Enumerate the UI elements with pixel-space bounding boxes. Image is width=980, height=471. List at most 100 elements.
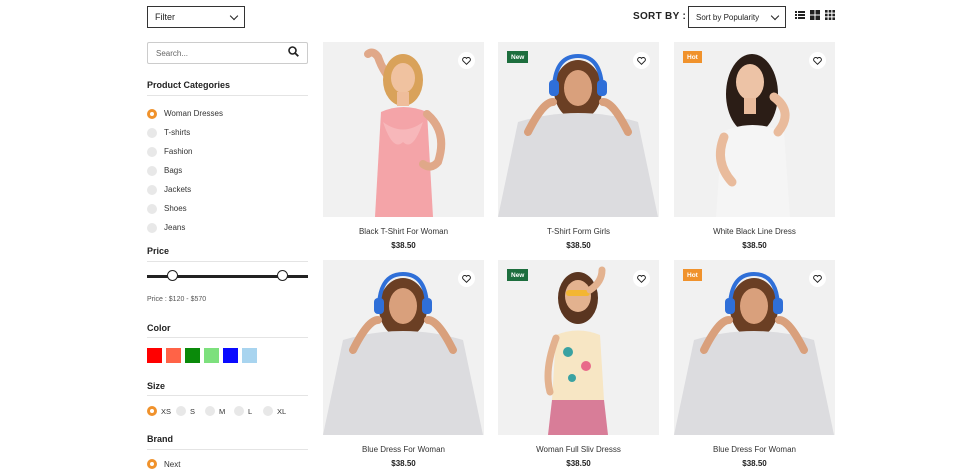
radio-unselected[interactable] xyxy=(147,203,157,214)
color-swatch[interactable] xyxy=(242,348,257,363)
product-image[interactable]: New xyxy=(498,42,659,217)
sort-dropdown[interactable]: Sort by Popularity xyxy=(688,6,786,28)
radio-unselected[interactable] xyxy=(147,222,157,233)
category-option[interactable]: Shoes xyxy=(147,199,223,218)
divider xyxy=(147,337,308,338)
radio-unselected[interactable] xyxy=(147,127,157,138)
product-image[interactable]: Hot xyxy=(674,42,835,217)
divider xyxy=(147,449,308,450)
wishlist-heart-icon[interactable] xyxy=(633,52,650,69)
brand-title: Brand xyxy=(147,434,174,444)
category-label: Fashion xyxy=(164,147,193,156)
product-image[interactable]: New xyxy=(498,260,659,435)
category-label: Jackets xyxy=(164,185,192,194)
product-price: $38.50 xyxy=(566,459,591,468)
category-option[interactable]: Woman Dresses xyxy=(147,104,223,123)
category-option[interactable]: Fashion xyxy=(147,142,223,161)
price-max-handle[interactable] xyxy=(276,270,288,281)
wishlist-heart-icon[interactable] xyxy=(809,270,826,287)
size-label: S xyxy=(190,406,196,416)
radio-unselected[interactable] xyxy=(147,146,157,157)
view-switcher xyxy=(795,10,835,20)
category-option[interactable]: Jackets xyxy=(147,180,223,199)
price-range-text: Price : $120 - $570 xyxy=(147,296,207,303)
product-price: $38.50 xyxy=(391,459,416,468)
color-swatch[interactable] xyxy=(204,348,219,363)
brand-option-next[interactable]: Next xyxy=(147,459,180,469)
sort-by-label: SORT BY : xyxy=(633,11,687,22)
price-min-handle[interactable] xyxy=(167,270,179,281)
product-name[interactable]: Black T-Shirt For Woman xyxy=(323,227,484,236)
product-card[interactable]: Hot Blue Dress For Woman $38.50 xyxy=(674,260,835,468)
divider xyxy=(147,261,308,262)
radio-unselected[interactable] xyxy=(147,184,157,195)
brand-label: Next xyxy=(164,459,181,469)
radio-unselected[interactable] xyxy=(176,406,186,416)
product-badge: Hot xyxy=(683,51,702,63)
category-option[interactable]: T-shirts xyxy=(147,123,223,142)
size-label: M xyxy=(219,406,226,416)
color-title: Color xyxy=(147,323,171,333)
product-card[interactable]: Blue Dress For Woman $38.50 xyxy=(323,260,484,468)
wishlist-heart-icon[interactable] xyxy=(458,270,475,287)
product-image[interactable]: Hot xyxy=(674,260,835,435)
size-option[interactable]: S xyxy=(176,406,205,416)
size-option[interactable]: M xyxy=(205,406,234,416)
product-card[interactable]: New T-Shirt Form Girls $38.50 xyxy=(498,42,659,250)
divider xyxy=(147,95,308,96)
color-swatch[interactable] xyxy=(185,348,200,363)
product-image[interactable] xyxy=(323,42,484,217)
filter-label: Filter xyxy=(155,12,175,22)
price-title: Price xyxy=(147,246,170,256)
product-image[interactable] xyxy=(323,260,484,435)
product-price: $38.50 xyxy=(742,241,767,250)
radio-unselected[interactable] xyxy=(234,406,244,416)
size-options: XS S M L XL xyxy=(147,406,292,416)
product-card[interactable]: New Woman Full Sliv Dresss $38.50 xyxy=(498,260,659,468)
category-label: Jeans xyxy=(164,223,186,232)
grid-2-view-icon[interactable] xyxy=(810,10,820,20)
color-swatch[interactable] xyxy=(166,348,181,363)
radio-unselected[interactable] xyxy=(263,406,273,416)
color-swatch[interactable] xyxy=(223,348,238,363)
category-list: Woman Dresses T-shirts Fashion Bags Jackets S… xyxy=(147,104,223,237)
size-option[interactable]: L xyxy=(234,406,263,416)
product-card[interactable]: Black T-Shirt For Woman $38.50 xyxy=(323,42,484,250)
wishlist-heart-icon[interactable] xyxy=(809,52,826,69)
size-option[interactable]: XL xyxy=(263,406,292,416)
product-name[interactable]: Blue Dress For Woman xyxy=(323,445,484,454)
list-view-icon[interactable] xyxy=(795,10,805,20)
filter-dropdown[interactable]: Filter xyxy=(147,6,245,28)
radio-selected[interactable] xyxy=(147,459,157,469)
size-label: XL xyxy=(277,406,287,416)
chevron-down-icon xyxy=(229,11,239,20)
radio-selected[interactable] xyxy=(147,406,157,416)
product-badge: Hot xyxy=(683,269,702,281)
product-card[interactable]: Hot White Black Line Dress $38.50 xyxy=(674,42,835,250)
product-name[interactable]: Woman Full Sliv Dresss xyxy=(498,445,659,454)
radio-selected[interactable] xyxy=(147,108,157,119)
wishlist-heart-icon[interactable] xyxy=(633,270,650,287)
category-option[interactable]: Jeans xyxy=(147,218,223,237)
chevron-down-icon xyxy=(770,11,780,20)
product-price: $38.50 xyxy=(391,241,416,250)
grid-3-view-icon[interactable] xyxy=(825,10,835,20)
radio-unselected[interactable] xyxy=(147,165,157,176)
search-input[interactable] xyxy=(156,48,266,58)
size-label: XS xyxy=(161,406,172,416)
category-label: Woman Dresses xyxy=(164,109,223,118)
size-label: L xyxy=(248,406,253,416)
product-name[interactable]: White Black Line Dress xyxy=(674,227,835,236)
product-price: $38.50 xyxy=(566,241,591,250)
search-icon[interactable] xyxy=(288,44,299,62)
product-name[interactable]: Blue Dress For Woman xyxy=(674,445,835,454)
category-label: Bags xyxy=(164,166,183,175)
wishlist-heart-icon[interactable] xyxy=(458,52,475,69)
divider xyxy=(147,395,308,396)
size-option[interactable]: XS xyxy=(147,406,176,416)
category-option[interactable]: Bags xyxy=(147,161,223,180)
category-label: T-shirts xyxy=(164,128,191,137)
color-swatch[interactable] xyxy=(147,348,162,363)
radio-unselected[interactable] xyxy=(205,406,215,416)
product-name[interactable]: T-Shirt Form Girls xyxy=(498,227,659,236)
